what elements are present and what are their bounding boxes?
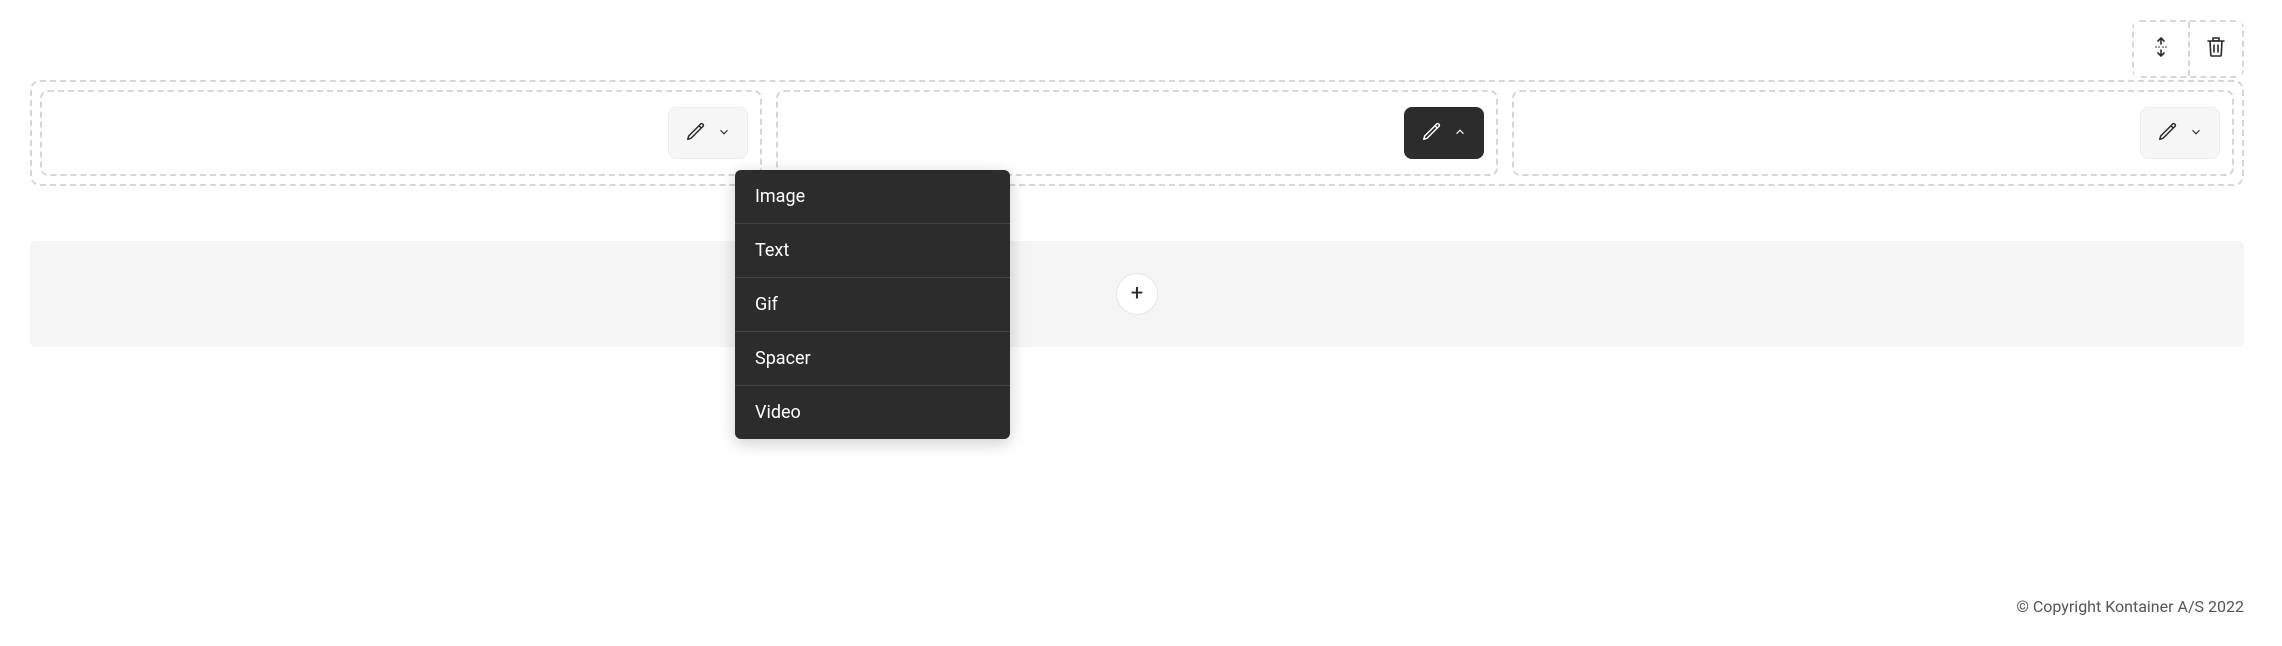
dropdown-item-gif[interactable]: Gif bbox=[735, 278, 1010, 332]
column-slot-3[interactable] bbox=[1512, 90, 2234, 176]
row-actions bbox=[2132, 20, 2244, 78]
content-type-dropdown: Image Text Gif Spacer Video bbox=[735, 170, 1010, 439]
dropdown-item-image[interactable]: Image bbox=[735, 170, 1010, 224]
edit-column-button-active[interactable] bbox=[1404, 107, 1484, 159]
chevron-down-icon bbox=[717, 124, 731, 143]
edit-column-button[interactable] bbox=[2140, 107, 2220, 159]
plus-icon: + bbox=[1131, 283, 1143, 305]
add-section-bar: + bbox=[30, 241, 2244, 347]
move-row-button[interactable] bbox=[2134, 22, 2188, 76]
pencil-icon bbox=[685, 120, 707, 146]
column-slot-1[interactable] bbox=[40, 90, 762, 176]
trash-icon bbox=[2204, 35, 2228, 63]
dropdown-item-text[interactable]: Text bbox=[735, 224, 1010, 278]
delete-row-button[interactable] bbox=[2188, 22, 2242, 76]
layout-row bbox=[30, 80, 2244, 186]
edit-column-button[interactable] bbox=[668, 107, 748, 159]
chevron-down-icon bbox=[2189, 124, 2203, 143]
pencil-icon bbox=[1421, 120, 1443, 146]
pencil-icon bbox=[2157, 120, 2179, 146]
dropdown-item-video[interactable]: Video bbox=[735, 386, 1010, 439]
add-section-button[interactable]: + bbox=[1116, 273, 1158, 315]
column-slot-2[interactable] bbox=[776, 90, 1498, 176]
move-icon bbox=[2149, 35, 2173, 63]
copyright-text: © Copyright Kontainer A/S 2022 bbox=[2016, 597, 2244, 616]
chevron-up-icon bbox=[1453, 124, 1467, 143]
dropdown-item-spacer[interactable]: Spacer bbox=[735, 332, 1010, 386]
